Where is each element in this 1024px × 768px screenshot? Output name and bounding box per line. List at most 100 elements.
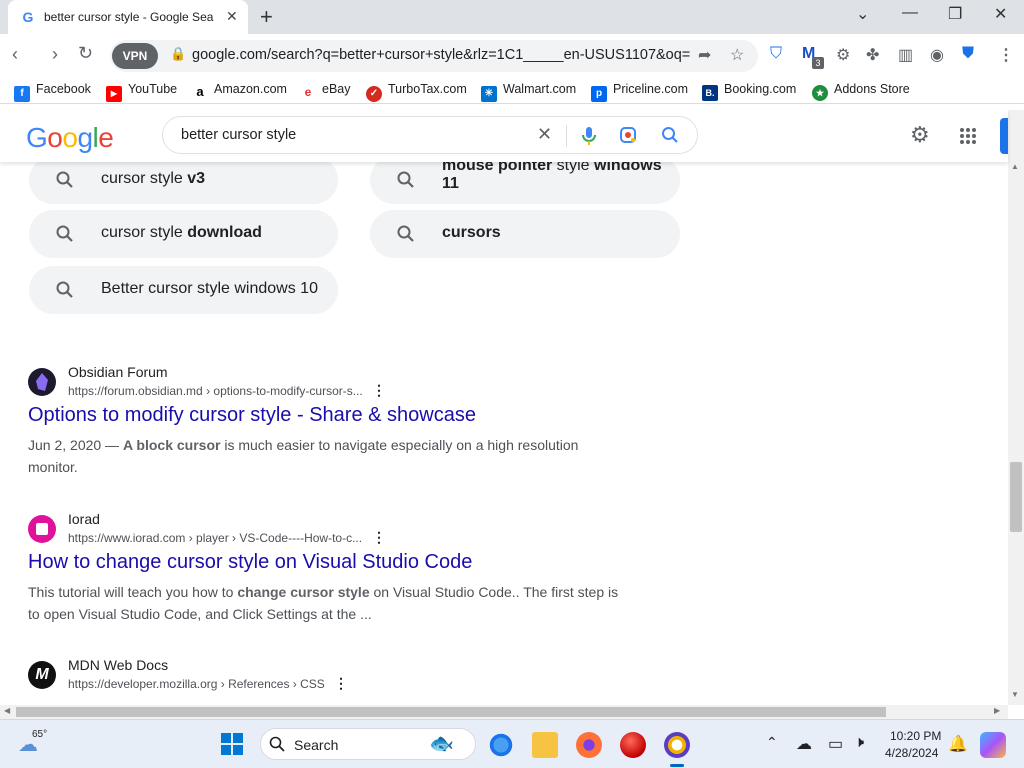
chip-text: Better cursor style windows 10 (101, 280, 318, 297)
clock-date[interactable]: 4/28/2024 (885, 746, 938, 760)
close-window-button[interactable]: ✕ (994, 4, 1007, 24)
bookmark-star-icon[interactable]: ☆ (730, 45, 744, 65)
profile-avatar-icon[interactable]: ◉ (930, 45, 944, 65)
sign-in-button[interactable] (1000, 118, 1008, 154)
tab-strip: G better cursor style - Google Sea ✕ + ⌄… (0, 0, 1024, 34)
tab-close-icon[interactable]: ✕ (226, 8, 238, 25)
result-url[interactable]: https://www.iorad.com › player › VS-Code… (68, 531, 362, 545)
notification-bell-icon[interactable]: 🔔 (948, 734, 968, 754)
result-menu-icon[interactable]: ⋮ (334, 675, 348, 692)
bookmark-booking[interactable]: B. Booking.com (702, 82, 796, 101)
iorad-icon (28, 515, 56, 543)
result-snippet: Jun 2, 2020 — A block cursor is much eas… (28, 437, 579, 475)
booking-icon: B. (702, 85, 718, 101)
bookmarks-bar: f Facebook ▶ YouTube a Amazon.com e eBay ✓ Tu… (0, 78, 1024, 104)
settings-gear-icon[interactable]: ⚙ (910, 122, 930, 148)
chrome-taskbar-icon[interactable] (488, 732, 514, 758)
related-search-chip[interactable]: mouse pointer style windows 11 (370, 162, 680, 204)
red-app-icon[interactable] (620, 732, 646, 758)
result-site-name[interactable]: MDN Web Docs (68, 657, 168, 673)
network-icon[interactable]: ▭ (828, 734, 843, 754)
clock-time[interactable]: 10:20 PM (890, 729, 941, 743)
show-hidden-icons-chevron-icon[interactable]: ⌃ (766, 734, 778, 751)
scroll-right-arrow-icon[interactable]: ▶ (994, 706, 1000, 715)
related-search-chip[interactable]: cursors (370, 210, 680, 258)
facebook-icon: f (14, 86, 30, 102)
forward-button[interactable]: › (52, 44, 58, 65)
menu-kebab-icon[interactable]: ⋮ (998, 45, 1014, 65)
extension-shield-icon[interactable]: ⛉ (770, 45, 782, 63)
bookmark-addons[interactable]: ★ Addons Store (812, 82, 910, 101)
voice-search-icon[interactable] (581, 126, 597, 146)
tab-active[interactable]: G better cursor style - Google Sea ✕ (8, 0, 248, 34)
search-box[interactable]: better cursor style ✕ (162, 116, 698, 154)
weather-temp[interactable]: 65° (32, 729, 47, 740)
copilot-icon[interactable] (980, 732, 1006, 758)
minimize-button[interactable]: — (902, 4, 918, 22)
search-results-area: cursor style v3 mouse pointer style wind… (0, 162, 1008, 705)
result-site-name[interactable]: Iorad (68, 511, 100, 527)
taskbar-search[interactable]: Search 🐟 (260, 728, 476, 760)
new-tab-button[interactable]: + (260, 4, 273, 30)
bitwarden-shield-icon[interactable]: ⛊ (962, 45, 974, 63)
bookmark-amazon[interactable]: a Amazon.com (192, 82, 287, 100)
result-url[interactable]: https://forum.obsidian.md › options-to-m… (68, 384, 363, 398)
result-url[interactable]: https://developer.mozilla.org › Referenc… (68, 677, 325, 691)
tab-search-chevron-icon[interactable]: ⌄ (856, 4, 869, 24)
result-snippet: This tutorial will teach you how to chan… (28, 584, 619, 622)
bookmark-facebook[interactable]: f Facebook (14, 82, 91, 102)
apps-grid-icon[interactable] (959, 127, 977, 145)
share-icon[interactable]: ➦ (698, 45, 711, 65)
scroll-up-arrow-icon[interactable]: ▲ (1011, 162, 1019, 171)
divider (566, 125, 567, 147)
extension-gear-icon[interactable]: ⚙ (836, 45, 850, 65)
related-search-chip[interactable]: cursor style download (29, 210, 338, 258)
lock-icon[interactable]: 🔒 (170, 46, 186, 62)
file-explorer-icon[interactable] (532, 732, 558, 758)
result-site-name[interactable]: Obsidian Forum (68, 364, 168, 380)
related-search-chip[interactable]: Better cursor style windows 10 (29, 266, 338, 314)
restore-button[interactable]: ❐ (948, 4, 962, 24)
firefox-icon[interactable] (576, 732, 602, 758)
scroll-left-arrow-icon[interactable]: ◀ (4, 706, 10, 715)
tab-title: better cursor style - Google Sea (44, 10, 214, 24)
search-icon (397, 225, 414, 242)
search-highlight-fish-icon: 🐟 (429, 733, 454, 755)
volume-muted-icon[interactable]: 🕨 (854, 734, 864, 752)
windows-taskbar: ☁ 65° Search 🐟 ⌃ ☁ ▭ 🕨 10:20 PM 4/28/202… (0, 719, 1024, 768)
clear-search-icon[interactable]: ✕ (537, 124, 552, 145)
reload-button[interactable]: ↻ (78, 43, 93, 64)
vpn-app-icon[interactable] (664, 732, 690, 758)
result-title-link[interactable]: How to change cursor style on Visual Stu… (28, 551, 472, 574)
side-panel-icon[interactable]: ▥ (898, 45, 913, 65)
url-text[interactable]: google.com/search?q=better+cursor+style&… (192, 47, 690, 63)
windows-start-icon[interactable] (221, 733, 243, 755)
bookmark-priceline[interactable]: p Priceline.com (591, 82, 688, 102)
vertical-scrollbar[interactable] (1008, 110, 1024, 705)
vpn-icon[interactable]: VPN (112, 43, 158, 69)
bookmark-ebay[interactable]: e eBay (300, 82, 351, 100)
horizontal-scroll-thumb[interactable] (16, 707, 886, 717)
search-submit-icon[interactable] (661, 126, 679, 144)
bookmark-walmart[interactable]: ✳ Walmart.com (481, 82, 576, 102)
scroll-down-arrow-icon[interactable]: ▼ (1011, 690, 1019, 699)
extensions-puzzle-icon[interactable]: ✤ (866, 45, 879, 65)
bookmark-turbotax[interactable]: ✓ TurboTax.com (366, 82, 467, 102)
back-button[interactable]: ‹ (12, 44, 18, 65)
ebay-icon: e (300, 84, 316, 100)
related-search-chip[interactable]: cursor style v3 (29, 162, 338, 204)
youtube-icon: ▶ (106, 86, 122, 102)
result-menu-icon[interactable]: ⋮ (372, 529, 386, 546)
bookmark-youtube[interactable]: ▶ YouTube (106, 82, 177, 102)
google-logo[interactable]: Google (26, 122, 114, 154)
active-app-indicator (670, 764, 684, 767)
lens-search-icon[interactable] (619, 126, 637, 144)
result-title-link[interactable]: Options to modify cursor style - Share &… (28, 404, 476, 427)
search-icon (397, 171, 414, 188)
vertical-scroll-thumb[interactable] (1010, 462, 1022, 532)
search-input[interactable]: better cursor style (181, 127, 296, 143)
onedrive-offline-icon[interactable]: ☁ (796, 734, 812, 754)
result-menu-icon[interactable]: ⋮ (372, 382, 386, 399)
addons-icon: ★ (812, 85, 828, 101)
obsidian-icon (28, 368, 56, 396)
